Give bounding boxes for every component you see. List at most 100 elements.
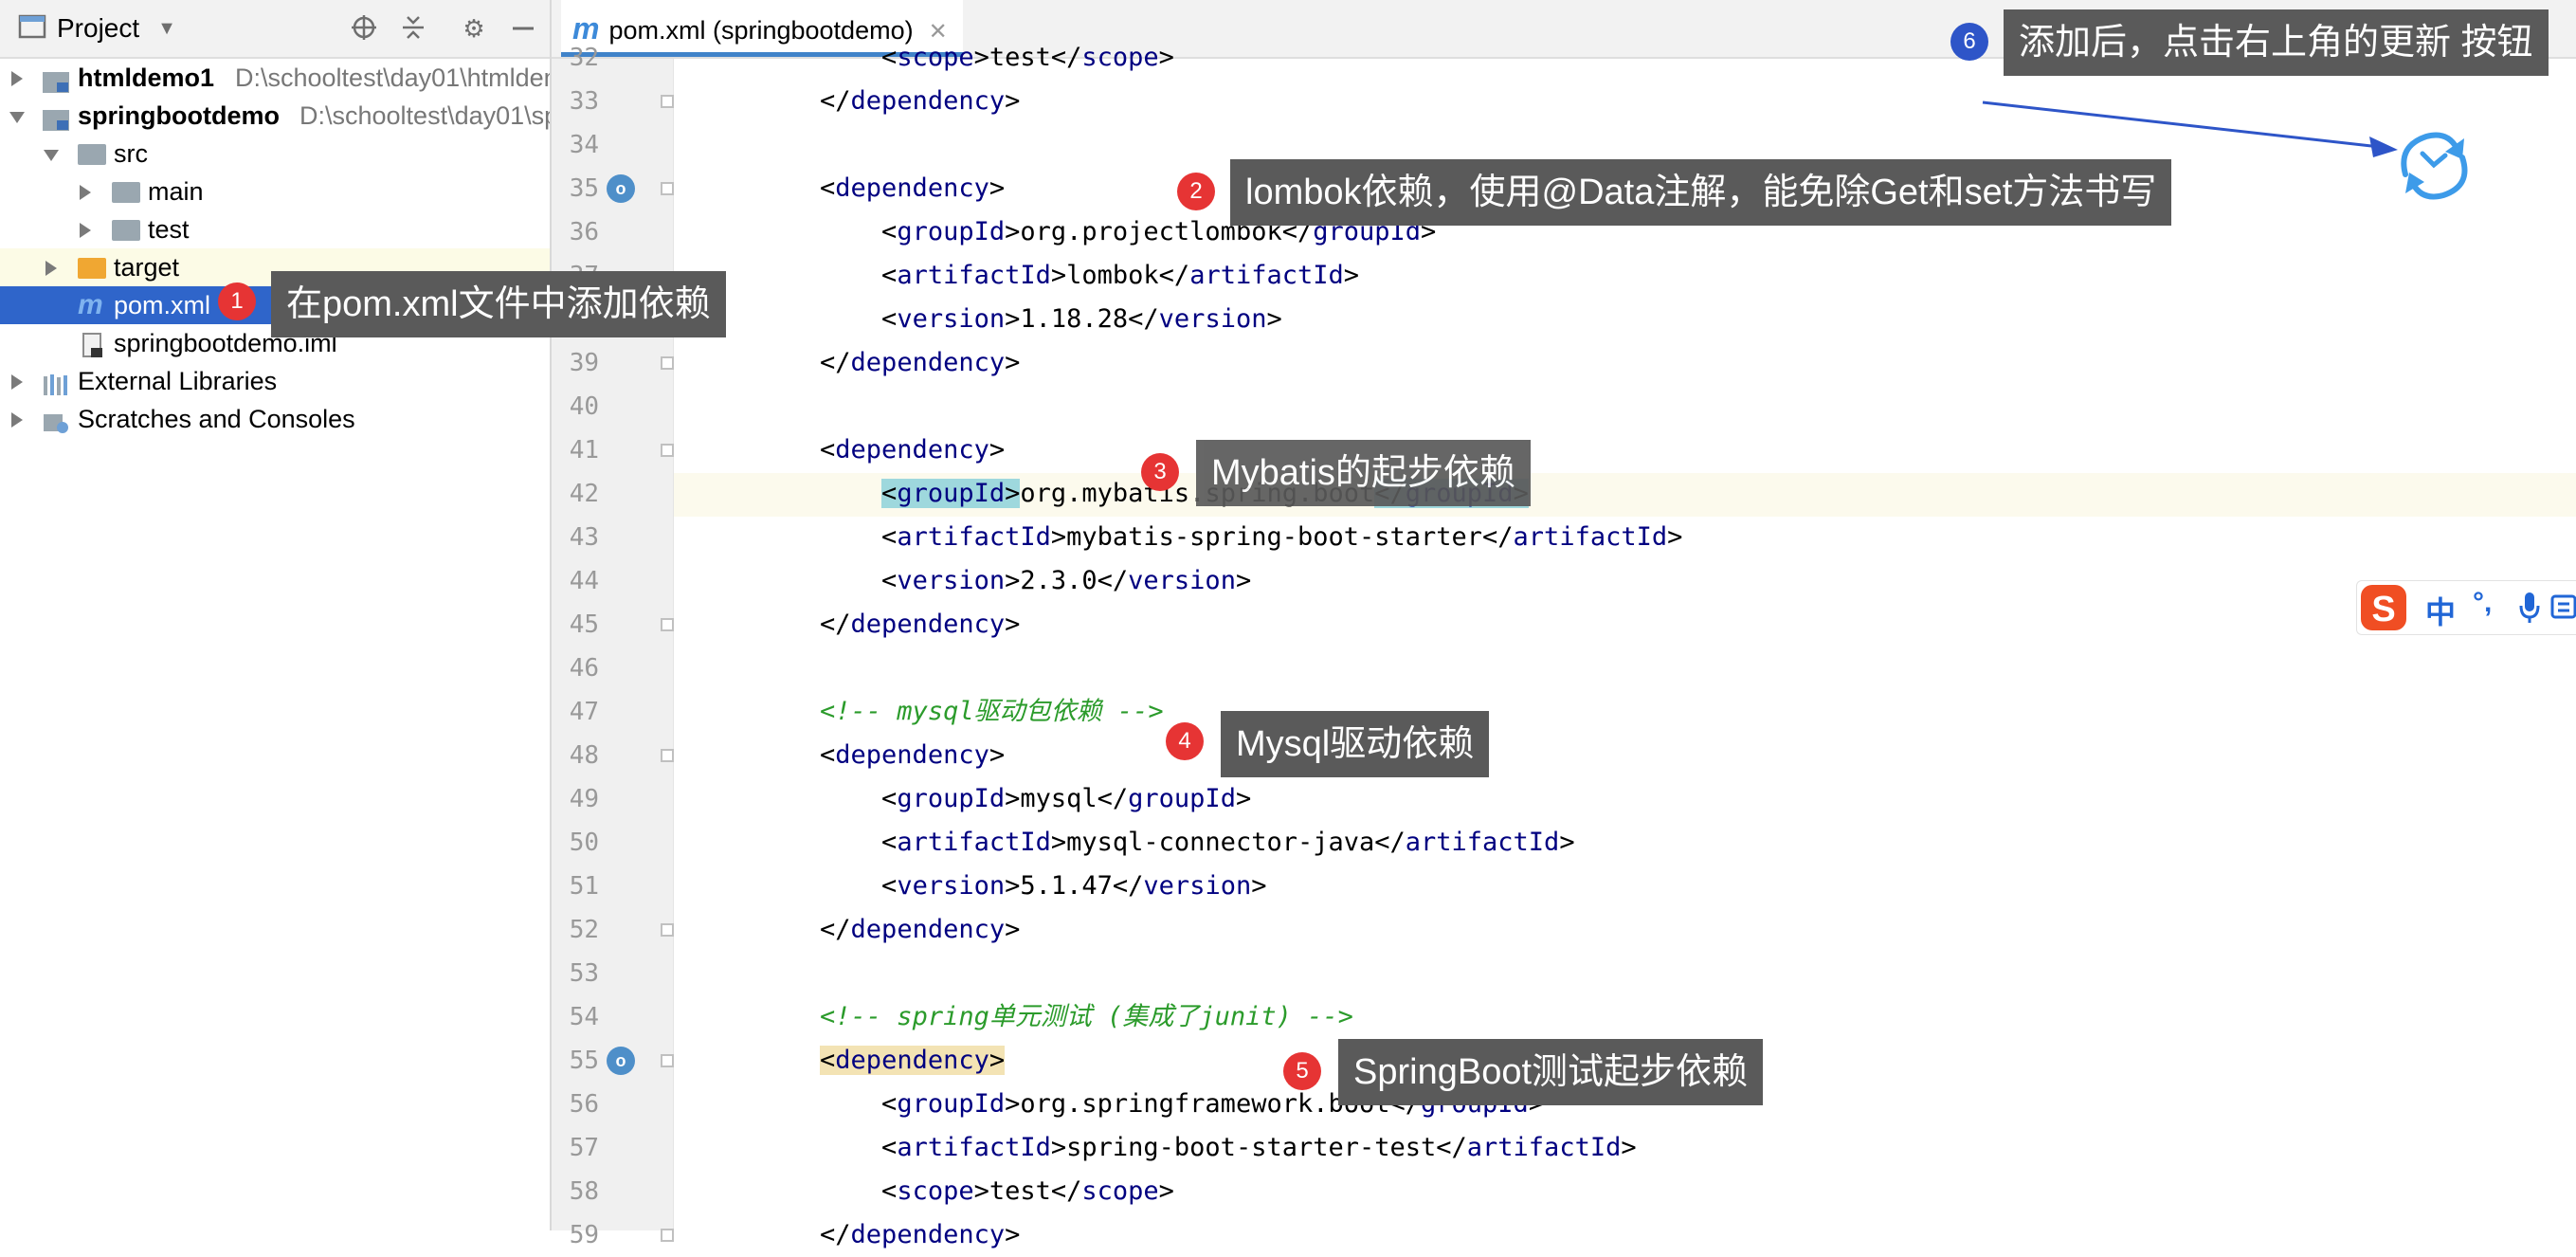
project-panel-title[interactable]: Project	[57, 13, 139, 44]
annotation-badge-1: 1	[218, 282, 256, 320]
code-line[interactable]: <artifactId>spring-boot-starter-test</ar…	[758, 1126, 1637, 1170]
xml-tag-name: groupId	[897, 217, 1006, 246]
code-line[interactable]: <dependency>	[758, 428, 1005, 472]
chevron-right-icon[interactable]	[11, 71, 23, 86]
fold-marker-icon[interactable]	[661, 923, 674, 937]
fold-marker-icon[interactable]	[661, 749, 674, 762]
code-text: <	[758, 871, 898, 901]
tree-item-label: htmldemo1	[78, 64, 215, 92]
chevron-right-icon[interactable]	[80, 185, 91, 200]
code-text: <	[758, 784, 898, 813]
microphone-icon[interactable]	[2518, 591, 2541, 629]
line-number: 41	[569, 436, 599, 465]
code-text: >lombok</	[1050, 261, 1190, 290]
code-line[interactable]: <scope>test</scope>	[758, 1170, 1174, 1213]
annotation-callout-5: SpringBoot测试起步依赖	[1338, 1039, 1764, 1105]
ime-punct-toggle[interactable]: °,	[2473, 587, 2492, 619]
chevron-down-icon[interactable]	[44, 150, 59, 161]
tree-item-main[interactable]: main	[0, 173, 550, 210]
tree-item-src[interactable]: src	[0, 135, 550, 173]
fold-marker-icon[interactable]	[661, 356, 674, 370]
code-line[interactable]: <dependency>	[758, 1039, 1006, 1083]
tree-item-scratches[interactable]: Scratches and Consoles	[0, 400, 550, 438]
annotation-badge-6: 6	[1950, 23, 1988, 61]
code-line[interactable]: <version>5.1.47</version>	[758, 865, 1266, 908]
xml-tag-name: dependency	[835, 435, 989, 465]
code-text: <	[758, 828, 898, 857]
code-line[interactable]: <dependency>	[758, 734, 1005, 777]
code-line[interactable]: </dependency>	[758, 341, 1020, 385]
override-gutter-icon[interactable]: o	[607, 174, 635, 203]
maven-reload-icon[interactable]	[2388, 119, 2479, 215]
code-text: >	[989, 173, 1006, 203]
tree-item-springbootdemo[interactable]: springbootdemo D:\schooltest\day01\sprin…	[0, 97, 550, 135]
line-number: 48	[569, 741, 599, 770]
tree-item-test[interactable]: test	[0, 210, 550, 248]
sogou-logo-icon[interactable]: S	[2357, 581, 2414, 639]
chevron-right-icon[interactable]	[11, 374, 23, 390]
ime-lang-toggle[interactable]: 中	[2425, 589, 2456, 632]
code-line[interactable]: </dependency>	[758, 603, 1020, 647]
xml-tag-name: dependency	[835, 173, 989, 203]
code-line[interactable]: </dependency>	[758, 1213, 1020, 1257]
project-view-icon[interactable]	[17, 13, 47, 44]
code-line[interactable]: <artifactId>mysql-connector-java</artifa…	[758, 821, 1575, 865]
override-gutter-icon[interactable]: o	[607, 1047, 635, 1075]
line-number: 32	[569, 44, 599, 72]
xml-tag-name: groupId	[897, 784, 1006, 813]
fold-marker-icon[interactable]	[661, 1054, 674, 1067]
fold-marker-icon[interactable]	[661, 1229, 674, 1242]
fold-marker-icon[interactable]	[661, 182, 674, 195]
fold-marker-icon[interactable]	[661, 618, 674, 631]
chevron-down-icon[interactable]	[9, 112, 25, 123]
collapse-all-icon[interactable]	[398, 13, 428, 44]
chevron-down-icon[interactable]: ▼	[152, 13, 182, 44]
code-text: <	[758, 217, 898, 246]
code-line[interactable]: <dependency>	[758, 167, 1005, 210]
module-folder-icon	[42, 66, 70, 93]
xml-tag-name: dependency	[835, 740, 989, 770]
module-folder-icon	[42, 104, 70, 131]
code-line[interactable]: <groupId>mysql</groupId>	[758, 777, 1251, 821]
line-number: 39	[569, 349, 599, 377]
code-line[interactable]: <artifactId>lombok</artifactId>	[758, 254, 1359, 298]
line-number: 58	[569, 1177, 599, 1206]
folder-icon	[78, 144, 106, 165]
code-text: >spring-boot-starter-test</	[1050, 1133, 1467, 1162]
keyboard-icon[interactable]	[2550, 592, 2576, 626]
line-number: 40	[569, 392, 599, 421]
gear-icon[interactable]: ⚙	[459, 13, 489, 44]
code-text: >	[989, 740, 1006, 770]
line-number: 44	[569, 567, 599, 595]
code-text: >mybatis-spring-boot-starter</	[1050, 522, 1514, 552]
xml-tag-name: artifactId	[1405, 828, 1560, 857]
code-line[interactable]: </dependency>	[758, 908, 1020, 952]
code-text: >	[1235, 784, 1252, 813]
code-line[interactable]: <version>1.18.28</version>	[758, 298, 1282, 341]
ime-toolbar[interactable]: S 中 °,	[2356, 580, 2576, 635]
line-number: 52	[569, 916, 599, 944]
chevron-right-icon[interactable]	[11, 412, 23, 428]
code-text: >	[1005, 1220, 1021, 1249]
code-line[interactable]: <!-- mysql驱动包依赖 -->	[758, 690, 1164, 734]
code-line[interactable]: <version>2.3.0</version>	[758, 559, 1251, 603]
code-text: >	[989, 1046, 1006, 1075]
line-number: 59	[569, 1221, 599, 1249]
tree-item-label: Scratches and Consoles	[78, 405, 355, 433]
code-line[interactable]: <artifactId>mybatis-spring-boot-starter<…	[758, 516, 1682, 559]
fold-marker-icon[interactable]	[661, 444, 674, 457]
chevron-right-icon[interactable]	[80, 223, 91, 238]
tree-item-external-libraries[interactable]: External Libraries	[0, 362, 550, 400]
code-line[interactable]: <scope>test</scope>	[758, 36, 1174, 80]
code-text: >	[1005, 86, 1021, 116]
annotation-callout-4: Mysql驱动依赖	[1221, 711, 1490, 777]
minimize-icon[interactable]	[508, 13, 538, 44]
locate-target-icon[interactable]	[349, 13, 379, 44]
chevron-right-icon[interactable]	[45, 261, 57, 276]
code-line[interactable]: </dependency>	[758, 80, 1020, 123]
fold-marker-icon[interactable]	[661, 95, 674, 108]
tree-item-htmldemo1[interactable]: htmldemo1 D:\schooltest\day01\htmldemo1	[0, 59, 550, 97]
code-line[interactable]: <!-- spring单元测试 (集成了junit) -->	[758, 995, 1353, 1039]
